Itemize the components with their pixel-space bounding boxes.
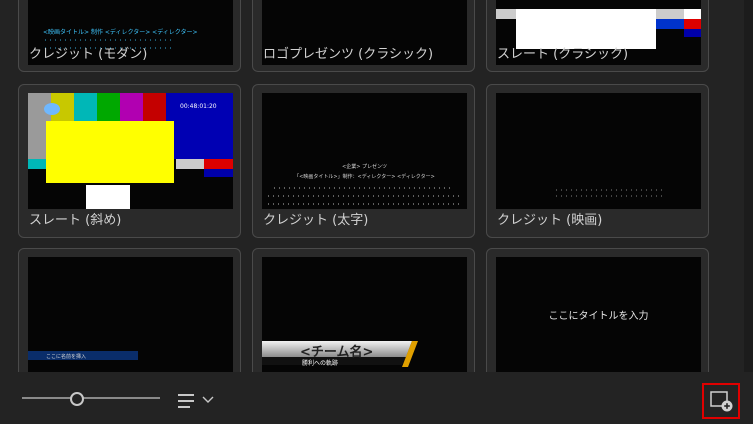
template-thumbnail: ・・・・・・・・・・・・・・・・・・・・・・ ・・・・・・・・・・・・・・・・・… [496,93,701,209]
template-label: クレジット (映画) [497,213,603,228]
template-card-slate-classic[interactable]: スレート (クラシック) [486,0,709,72]
template-label: ロゴプレゼンツ (クラシック) [263,47,434,62]
template-card-logo-presents-classic[interactable]: ロゴプレゼンツ (クラシック) [252,0,475,72]
thumb-presents-text: <企業> プレゼンツ [342,164,387,170]
template-thumbnail: ここに名前を挿入 [28,257,233,373]
chevron-down-icon [202,396,214,403]
thumb-credit-dots: ・・・・・・・・・・・・・・・・・・・・・・・・・・・・・・・・・・・・・・・ [266,194,462,200]
template-label: スレート (クラシック) [497,47,629,62]
team-subtitle-text: 勝利への軌跡 [302,360,339,367]
template-label: クレジット (太字) [263,213,369,228]
slate-timecode: 00:48:01:20 [180,103,217,110]
vertical-scrollbar[interactable] [744,0,753,372]
template-card-credits-cinema[interactable]: ・・・・・・・・・・・・・・・・・・・・・・ ・・・・・・・・・・・・・・・・・… [486,84,709,238]
thumb-credit-dots: ・・・・・・・・・・・・・・・・・・・・・・・・・・・・・・・・・・・・・・・ [266,202,462,208]
template-thumbnail: <企業> プレゼンツ 「<映画タイトル>」制作：<ディレクター> <ディレクター… [262,93,467,209]
sort-button[interactable] [176,392,216,410]
zoom-slider-track[interactable] [22,397,160,399]
template-card-credits-bold[interactable]: <企業> プレゼンツ 「<映画タイトル>」制作：<ディレクター> <ディレクター… [252,84,475,238]
title-placeholder-text: ここにタイトルを入力 [548,311,649,322]
template-label: スレート (斜め) [29,213,122,228]
template-thumbnail: <チーム名> 勝利への軌跡 [262,257,467,373]
template-label: クレジット (モダン) [29,47,148,62]
lower-third-text: ここに名前を挿入 [46,354,87,360]
new-item-icon [710,391,733,412]
thumb-credit-dots: ・・・・・・・・・・・・・・・・・・・・・・ [554,194,665,200]
template-thumbnail: 00:48:01:20 [28,93,233,209]
template-thumbnail: ここにタイトルを入力 [496,257,701,373]
color-bars-graphic [28,93,233,209]
thumb-credit-line: <映画タイトル> 制作 <ディレクター> <ディレクター> [43,29,198,36]
template-browser-panel: <映画タイトル> 制作 <ディレクター> <ディレクター> ・・・・・・・・・・… [0,0,753,424]
template-card-slate-diagonal[interactable]: 00:48:01:20 スレート (斜め) [18,84,241,238]
template-card-credits-modern[interactable]: <映画タイトル> 制作 <ディレクター> <ディレクター> ・・・・・・・・・・… [18,0,241,72]
thumb-credit-dots: ・・・・・・・・・・・・・・・・・・・・・・・・・・・・・・・・・・・・ [272,186,453,192]
thumb-title-text: 「<映画タイトル>」制作：<ディレクター> <ディレクター> [294,174,435,180]
new-item-button[interactable] [702,383,740,419]
